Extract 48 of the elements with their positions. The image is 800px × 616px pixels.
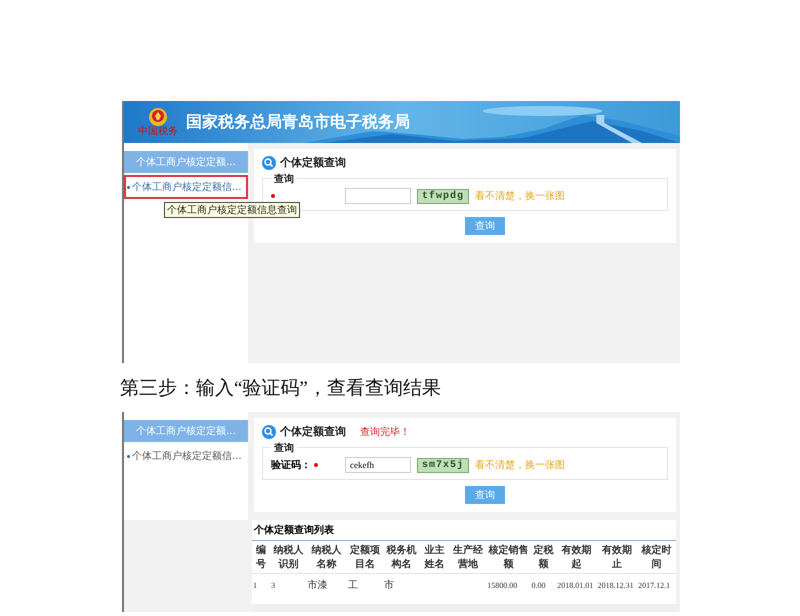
column-header: 定额项目名 [346,541,384,574]
status-message: 查询完毕！ [360,426,410,438]
column-header: 税务机构名 [383,541,420,574]
panel-title: 个体定额查询 [280,155,346,170]
captcha-input[interactable]: cekefh [345,457,411,473]
query-button[interactable]: 查询 [465,217,505,235]
site-title: 国家税务总局青岛市电子税务局 [186,112,410,132]
table-cell: 2018.01.01 [557,580,594,590]
table-cell: 2017.12.1 [638,580,670,590]
table-cell: 市漆 [307,580,328,591]
captcha-image: tfwpdg [417,188,470,204]
step-heading: 第三步：输入“验证码”，查看查询结果 [120,377,442,401]
search-icon [262,156,276,170]
tooltip: 个体工商户核定定额信息查询 [164,202,300,218]
column-header: 有效期止 [596,541,638,574]
panel-title: 个体定额查询 [280,424,346,439]
table-title: 个体定额查询列表 [252,520,676,541]
column-header: 定税额 [530,541,556,574]
column-header: 有效期起 [556,541,597,574]
fieldset-legend: 查询 [271,172,297,186]
table-cell: 0.00 [531,580,546,590]
table-cell: 15800.00 [487,580,518,590]
column-header: 业主姓名 [420,541,450,574]
column-header: 纳税人名称 [306,541,347,574]
refresh-captcha-link[interactable]: 看不清楚，换一张图 [475,189,566,203]
sidebar-item[interactable]: 个体工商户核定定额信... [124,175,248,199]
sidebar-group[interactable]: 个体工商户核定定额... [124,151,248,173]
table-cell: 市 [384,580,394,591]
column-header: 核定销售额 [486,541,530,574]
sidebar-group[interactable]: 个体工商户核定定额... [124,420,248,442]
fieldset-legend: 查询 [271,441,297,455]
column-header: 纳税人识别 [270,541,306,574]
column-header: 核定时间 [637,541,676,574]
refresh-captcha-link[interactable]: 看不清楚，换一张图 [475,458,566,472]
table-cell: 3 [271,580,276,590]
table-cell: 1 [253,580,257,590]
logo-caption: 中国税务 [138,127,178,137]
field-label: 验证码： [271,458,311,472]
sidebar-item[interactable]: 个体工商户核定定额信... [124,444,248,468]
captcha-input[interactable] [345,188,411,204]
table-cell: 工 [348,580,358,591]
column-header: 编号 [252,541,270,574]
column-header: 生产经营地 [450,541,486,574]
table-cell: 2018.12.31 [598,580,634,590]
captcha-image: sm7x5j [417,458,470,472]
query-button[interactable]: 查询 [465,486,505,504]
emblem-icon [147,107,169,127]
search-icon [262,424,276,438]
